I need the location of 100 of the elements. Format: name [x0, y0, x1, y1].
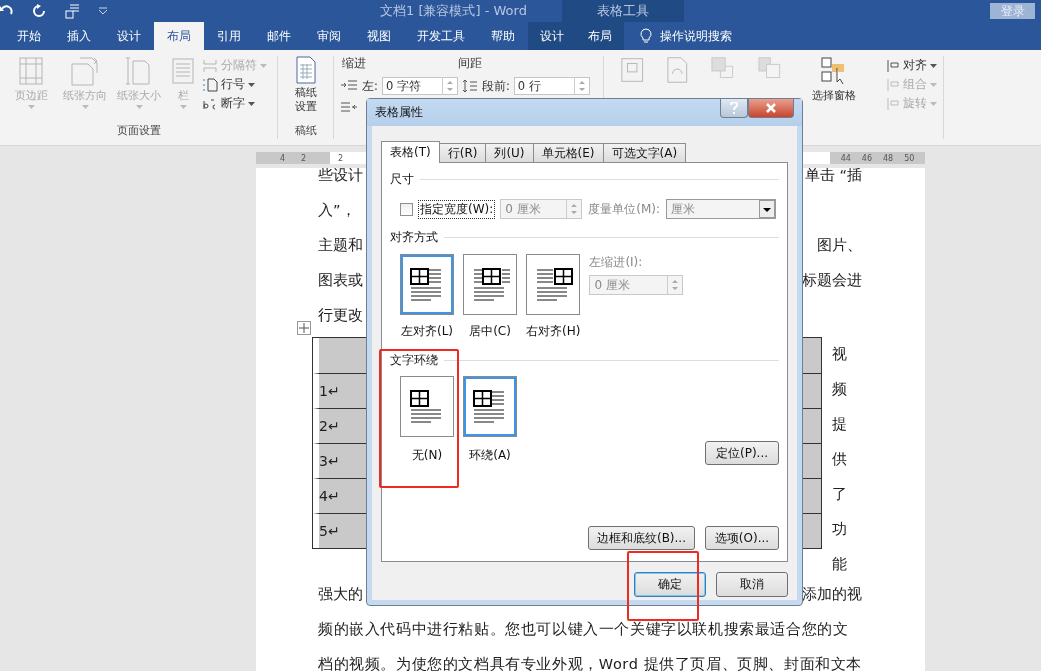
- spacing-heading: 间距: [458, 56, 482, 71]
- dialog-tab[interactable]: 列(U): [485, 143, 534, 163]
- context-title: 表格工具: [562, 0, 684, 22]
- body-text: 主题和: [318, 236, 363, 255]
- checkbox[interactable]: [400, 202, 413, 216]
- ruler-number: 48: [883, 153, 894, 163]
- group-title: 页面设置: [115, 123, 162, 139]
- indent-left-field[interactable]: 0 字符: [381, 77, 458, 95]
- page-break-icon: [202, 58, 218, 73]
- draft-setup-button[interactable]: 稿纸设置: [284, 56, 327, 123]
- table-cell: 2↵: [319, 418, 340, 434]
- spacing-before-icon: [461, 79, 478, 93]
- body-text: 添加的视: [802, 585, 862, 604]
- selection-pane-button[interactable]: 选择窗格: [804, 56, 864, 139]
- section-heading: 对齐方式: [390, 229, 438, 246]
- ribbon-menu-button[interactable]: 对齐: [886, 58, 937, 73]
- body-text: 频的嵌入代码中进行粘贴。您也可以键入一个关键字以联机搜索最适合您的文: [318, 620, 849, 639]
- caret-icon: [81, 105, 89, 109]
- ruler-number: 2: [338, 153, 344, 163]
- ribbon-menu-button[interactable]: 断字: [202, 96, 267, 111]
- paper-size-icon: [125, 56, 153, 86]
- field-label: 左缩进(I):: [589, 254, 644, 271]
- orientation-icon: [70, 56, 100, 86]
- ruler-number: 50: [904, 153, 915, 163]
- caret-icon: [930, 82, 937, 87]
- body-text: 些设计: [318, 168, 363, 185]
- ribbon-tab[interactable]: 开发工具: [404, 22, 478, 50]
- ribbon-tab[interactable]: 插入: [54, 22, 104, 50]
- table-cell: 1↵: [319, 383, 340, 399]
- help-icon: [730, 102, 738, 114]
- dialog-tab[interactable]: 表格(T): [381, 141, 440, 163]
- position-button[interactable]: 定位(P)...: [705, 441, 779, 465]
- wrap-text-icon: [666, 56, 690, 84]
- table-cell: 3↵: [319, 453, 340, 469]
- hyphenation-icon: [202, 96, 218, 111]
- close-button[interactable]: [748, 99, 794, 118]
- table-cell: 5↵: [319, 523, 340, 539]
- dialog-tab[interactable]: 可选文字(A): [602, 143, 687, 163]
- arrange-icon: [886, 96, 900, 111]
- help-button[interactable]: [720, 99, 748, 118]
- body-text: 强大的: [318, 585, 363, 604]
- dialog-button[interactable]: 选项(O)...: [705, 526, 779, 550]
- spacing-before-field[interactable]: 0 行: [513, 77, 590, 95]
- ruler-number: 4: [279, 153, 285, 163]
- dialog-button[interactable]: 取消: [716, 572, 788, 597]
- ribbon-tab[interactable]: 帮助: [478, 22, 528, 50]
- body-text: 行更改: [318, 306, 363, 325]
- window-title: 文档1 [兼容模式] - Word: [380, 2, 528, 20]
- line-numbers-icon: [202, 77, 218, 92]
- ruler-number: 2: [301, 153, 307, 163]
- margins-icon: [17, 56, 45, 86]
- ribbon-menu-button[interactable]: 行号: [202, 77, 267, 92]
- indent-right-icon: [340, 101, 358, 115]
- ruler-number: 46: [861, 153, 872, 163]
- body-text: 单击 “插: [804, 168, 862, 185]
- section-heading: 文字环绕: [390, 352, 438, 369]
- caret-icon: [179, 105, 187, 109]
- body-text: 标题会进: [802, 271, 862, 290]
- ribbon-tab[interactable]: 设计: [528, 22, 576, 50]
- ribbon-tab[interactable]: 视图: [354, 22, 404, 50]
- ribbon-tab[interactable]: 布局: [576, 22, 624, 50]
- caret-icon: [930, 63, 937, 68]
- dialog-button[interactable]: 边框和底纹(B)...: [587, 526, 695, 550]
- checkbox-label: 指定宽度(W):: [419, 200, 495, 218]
- ribbon-tab[interactable]: 审阅: [304, 22, 354, 50]
- caret-icon: [260, 63, 267, 68]
- indent-left-label: 左:: [362, 78, 378, 94]
- refresh-icon[interactable]: [32, 4, 46, 18]
- body-text: 图片、: [817, 236, 862, 255]
- tell-me-search[interactable]: 操作说明搜索: [660, 27, 732, 45]
- arrange-icon: [886, 77, 900, 92]
- dialog-title: 表格属性: [375, 104, 423, 121]
- body-text: 视频提供了功能: [832, 344, 847, 575]
- caret-icon: [248, 101, 255, 106]
- caret-icon: [27, 105, 35, 109]
- table-move-handle[interactable]: [297, 321, 311, 335]
- dialog-button[interactable]: 确定: [634, 572, 706, 597]
- caret-icon: [248, 82, 255, 87]
- ribbon-tab[interactable]: 开始: [4, 22, 54, 50]
- table-cell: 4↵: [319, 488, 340, 504]
- customize-caret-icon[interactable]: [98, 7, 108, 15]
- touch-mode-icon[interactable]: [64, 3, 80, 19]
- position-icon: [620, 56, 645, 84]
- lightbulb-icon: [640, 28, 652, 44]
- indent-left-icon: [340, 79, 358, 93]
- ribbon-tab[interactable]: 引用: [204, 22, 254, 50]
- close-icon: [765, 103, 777, 113]
- group-title: 稿纸: [293, 123, 318, 139]
- dialog-tab[interactable]: 单元格(E): [532, 143, 604, 163]
- arrange-icon: [886, 58, 900, 73]
- draft-paper-icon: [294, 56, 317, 84]
- body-text: 图表或: [318, 271, 363, 290]
- caret-icon: [930, 101, 937, 106]
- ruler-number: 44: [840, 153, 851, 163]
- ribbon-tab[interactable]: 布局: [154, 22, 204, 50]
- caret-icon: [135, 105, 143, 109]
- caret-icon: [759, 200, 776, 218]
- ribbon-tab[interactable]: 设计: [104, 22, 154, 50]
- ribbon-tab[interactable]: 邮件: [254, 22, 304, 50]
- dialog-tab[interactable]: 行(R): [438, 143, 487, 163]
